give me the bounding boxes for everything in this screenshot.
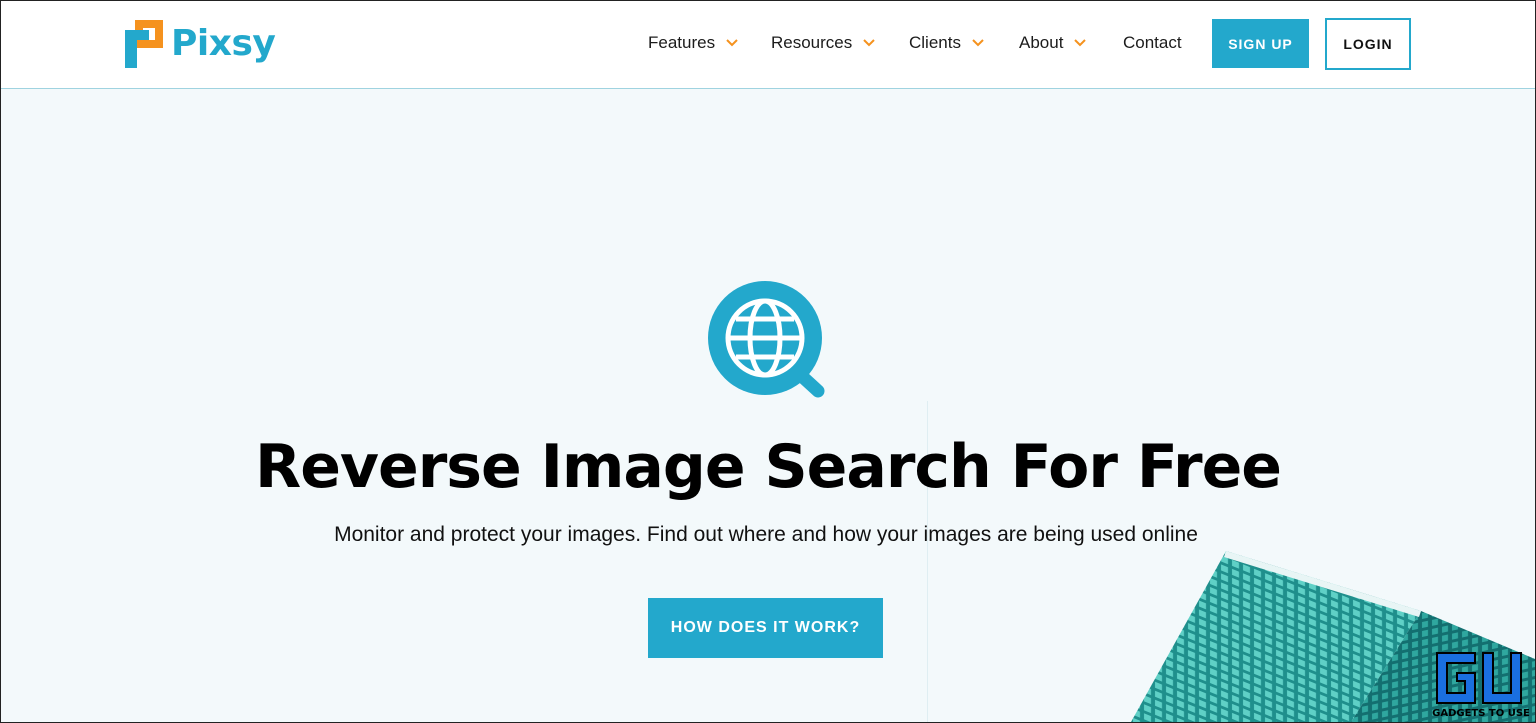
nav-item-clients[interactable]: Clients — [909, 33, 985, 53]
pixsy-logo-text: Pixsy — [171, 23, 276, 64]
nav-item-label: Resources — [771, 33, 853, 52]
pixsy-logo-mark-icon — [125, 20, 165, 68]
nav-item-about[interactable]: About — [1019, 33, 1087, 53]
how-does-it-work-button[interactable]: HOW DOES IT WORK? — [648, 598, 883, 658]
chevron-down-icon — [1074, 39, 1087, 47]
nav-item-label: About — [1019, 33, 1064, 52]
nav-item-features[interactable]: Features — [648, 33, 739, 53]
nav-item-label: Clients — [909, 33, 961, 52]
sign-up-button[interactable]: SIGN UP — [1212, 19, 1309, 68]
gadgets-to-use-logo-icon: GADGETS TO USE — [1432, 652, 1530, 719]
nav-item-contact[interactable]: Contact — [1123, 33, 1182, 53]
chevron-down-icon — [726, 39, 738, 47]
hero-title: Reverse Image Search For Free — [255, 432, 1282, 502]
pixsy-logo[interactable]: Pixsy — [125, 20, 276, 68]
nav-item-label: Features — [648, 33, 716, 52]
chevron-down-icon — [972, 39, 984, 47]
watermark-text: GADGETS TO USE — [1432, 708, 1530, 719]
nav-item-label: Contact — [1123, 33, 1182, 52]
login-button[interactable]: LOGIN — [1325, 18, 1411, 70]
nav-item-resources[interactable]: Resources — [771, 33, 876, 53]
chevron-down-icon — [863, 39, 875, 47]
gadgets-to-use-watermark: GADGETS TO USE — [1429, 649, 1533, 719]
site-header: Pixsy Features Resources Clients About C… — [1, 1, 1535, 89]
browser-viewport: Pixsy Features Resources Clients About C… — [0, 0, 1536, 723]
globe-search-icon — [708, 281, 825, 398]
